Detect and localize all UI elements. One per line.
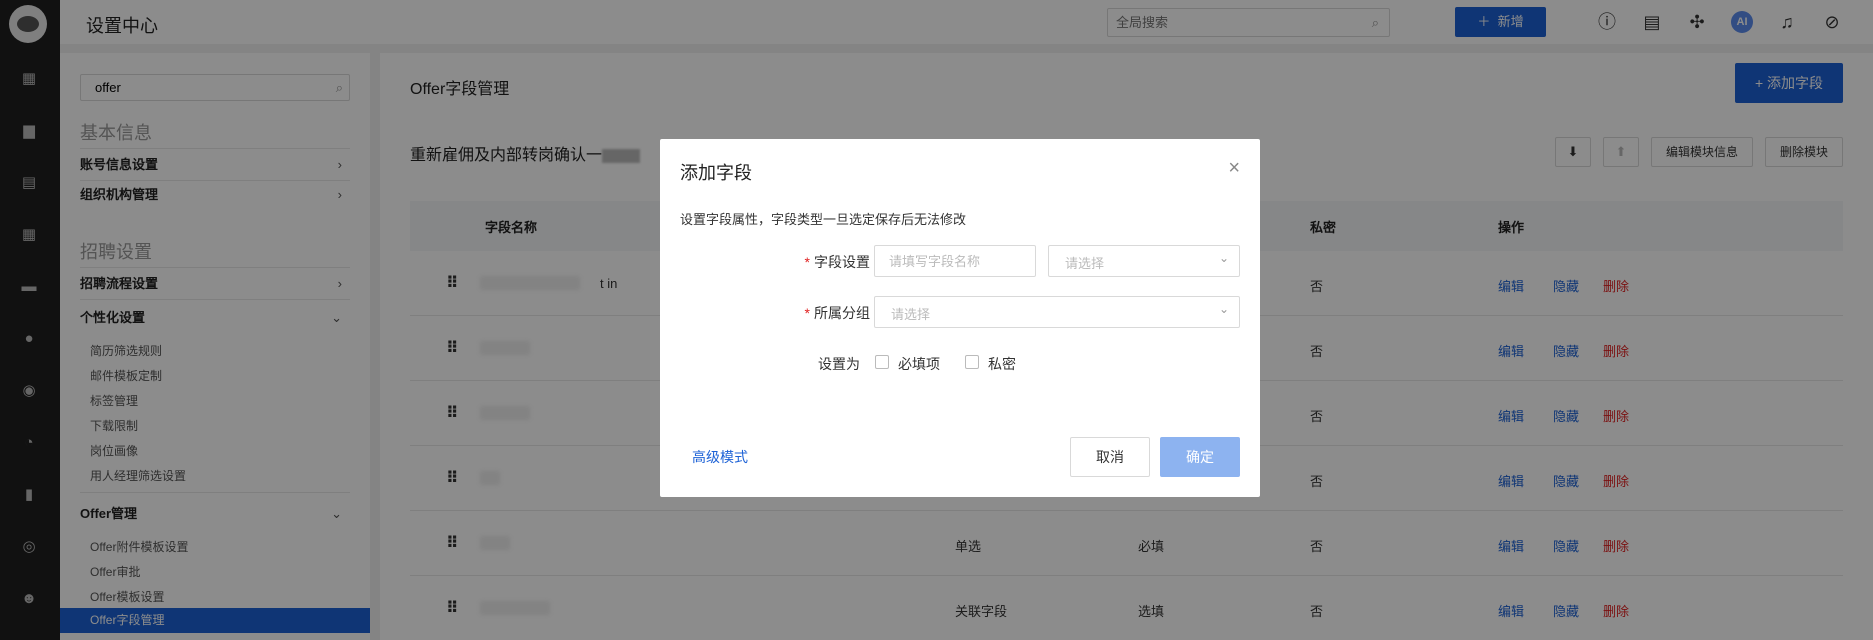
- field-type-placeholder: 请选择: [1065, 256, 1105, 271]
- set-as-label: 设置为: [818, 356, 860, 372]
- field-name-input[interactable]: [875, 246, 1035, 276]
- group-label-text: 所属分组: [814, 305, 870, 321]
- required-checkbox-label[interactable]: 必填项: [898, 354, 940, 374]
- chevron-down-icon: ⌄: [1218, 302, 1229, 316]
- field-name-input-wrap[interactable]: [874, 245, 1036, 277]
- field-setting-label: * 字段设置: [740, 252, 870, 272]
- private-checkbox-label[interactable]: 私密: [988, 354, 1016, 374]
- required-asterisk: *: [804, 254, 810, 270]
- group-label: * 所属分组: [740, 303, 870, 323]
- required-checkbox[interactable]: [875, 355, 889, 369]
- close-icon[interactable]: ×: [1228, 158, 1240, 178]
- field-type-select[interactable]: 请选择 ⌄: [1048, 245, 1240, 277]
- cancel-button[interactable]: 取消: [1070, 437, 1150, 477]
- dialog-title: 添加字段: [680, 163, 752, 183]
- group-placeholder: 请选择: [891, 307, 931, 322]
- confirm-button[interactable]: 确定: [1160, 437, 1240, 477]
- chevron-down-icon: ⌄: [1218, 251, 1229, 265]
- dialog-description: 设置字段属性，字段类型一旦选定保存后无法修改: [680, 212, 967, 227]
- group-select[interactable]: 请选择 ⌄: [874, 296, 1240, 328]
- field-setting-label-text: 字段设置: [814, 254, 870, 270]
- advanced-mode-link[interactable]: 高级模式: [692, 447, 748, 467]
- required-asterisk: *: [804, 305, 810, 321]
- private-checkbox[interactable]: [965, 355, 979, 369]
- add-field-dialog: 添加字段 × 设置字段属性，字段类型一旦选定保存后无法修改 *字段设置 请选择 …: [660, 139, 1260, 497]
